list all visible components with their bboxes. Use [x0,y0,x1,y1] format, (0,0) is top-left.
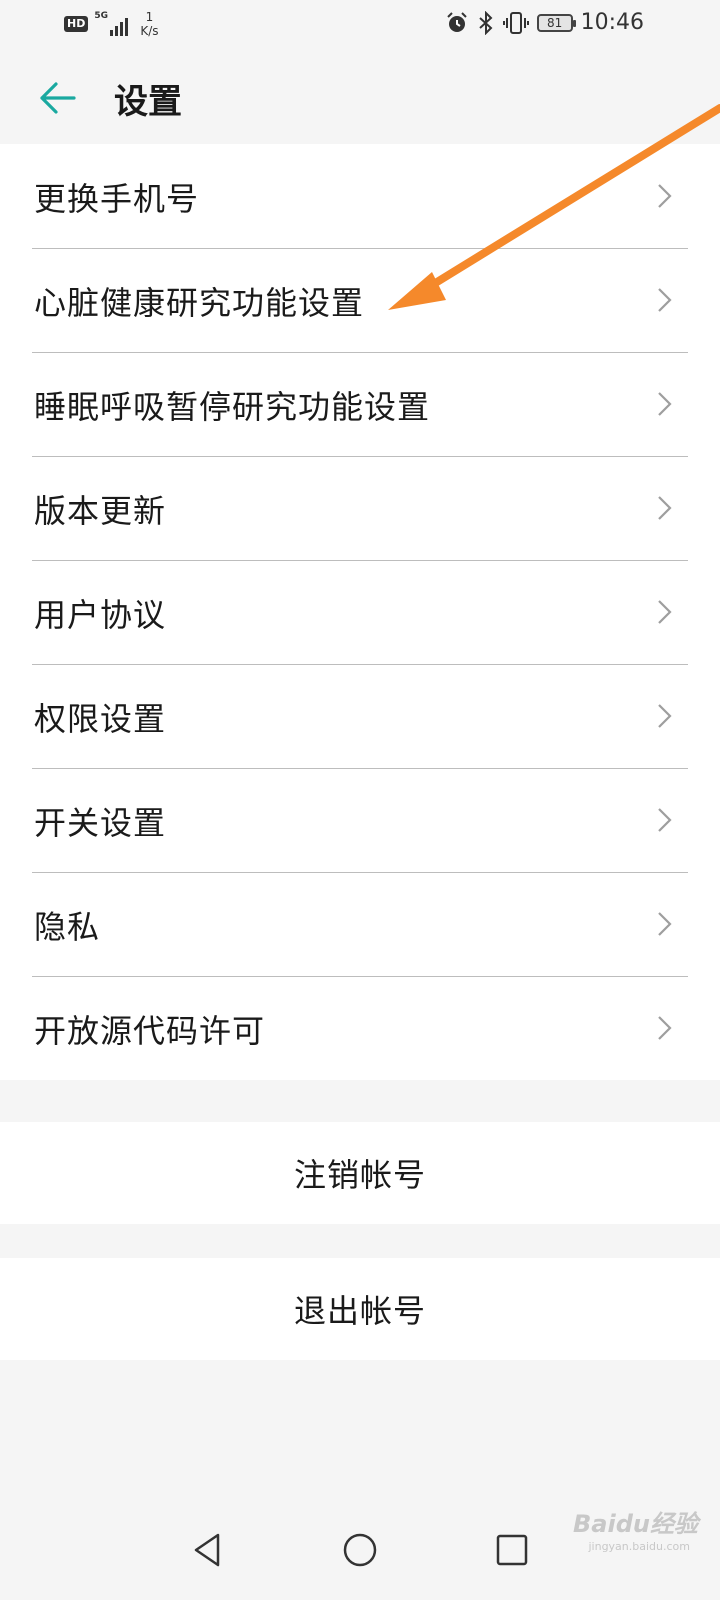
chevron-right-icon [658,912,672,936]
chevron-right-icon [658,600,672,624]
watermark-url: jingyan.baidu.com [588,1540,690,1553]
watermark-logo: Baidu经验 [573,1510,698,1538]
list-item-permissions[interactable]: 权限设置 [0,664,720,768]
list-item-label: 开放源代码许可 [34,1012,266,1050]
clock: 10:46 [580,10,644,35]
list-item-sleep-apnea[interactable]: 睡眠呼吸暂停研究功能设置 [0,352,720,456]
list-item-open-source[interactable]: 开放源代码许可 [0,976,720,1080]
list-item-privacy[interactable]: 隐私 [0,872,720,976]
net-speed: 1 K/s [140,10,158,38]
bluetooth-icon [478,10,493,35]
net-speed-value: 1 [145,10,154,24]
chevron-right-icon [658,1016,672,1040]
network-type: 5G [94,11,108,21]
cancel-account-label: 注销帐号 [293,1156,426,1194]
hd-badge: HD [64,16,89,32]
page-title: 设置 [114,82,182,122]
cancel-account-button[interactable]: 注销帐号 [0,1122,720,1224]
list-item-label: 权限设置 [34,700,167,738]
list-item-switches[interactable]: 开关设置 [0,768,720,872]
list-item-label: 心脏健康研究功能设置 [34,284,365,322]
chevron-right-icon [658,184,672,208]
list-item-label: 用户协议 [34,596,167,634]
chevron-right-icon [658,808,672,832]
battery-icon: 81 [536,13,576,32]
chevron-right-icon [658,392,672,416]
status-bar: HD 5G 1 K/s 81 10:46 [0,0,720,50]
status-right: 81 10:46 [445,10,644,35]
header: 设置 [0,50,720,144]
list-item-label: 更换手机号 [34,180,200,218]
chevron-right-icon [658,288,672,312]
list-item-user-agreement[interactable]: 用户协议 [0,560,720,664]
list-item-version-update[interactable]: 版本更新 [0,456,720,560]
logout-label: 退出帐号 [293,1292,426,1330]
list-item-change-phone[interactable]: 更换手机号 [0,144,720,248]
chevron-right-icon [658,496,672,520]
chevron-right-icon [658,704,672,728]
vibrate-icon [502,11,529,34]
net-speed-unit: K/s [140,24,159,38]
signal-icon: 5G [94,11,129,36]
back-arrow-icon[interactable] [36,76,80,120]
logout-button[interactable]: 退出帐号 [0,1258,720,1360]
nav-recent-icon[interactable] [492,1530,532,1570]
battery-level: 81 [546,15,563,30]
nav-back-icon[interactable] [188,1530,228,1570]
list-item-label: 开关设置 [34,804,167,842]
alarm-icon [446,11,467,32]
list-item-label: 睡眠呼吸暂停研究功能设置 [34,388,431,426]
list-item-heart-health[interactable]: 心脏健康研究功能设置 [0,248,720,352]
nav-home-icon[interactable] [340,1530,380,1570]
list-item-label: 版本更新 [34,492,167,530]
status-left: HD 5G 1 K/s [64,10,159,38]
list-item-label: 隐私 [34,908,101,946]
settings-list: 更换手机号 心脏健康研究功能设置 睡眠呼吸暂停研究功能设置 版本更新 用户协议 … [0,144,720,1080]
